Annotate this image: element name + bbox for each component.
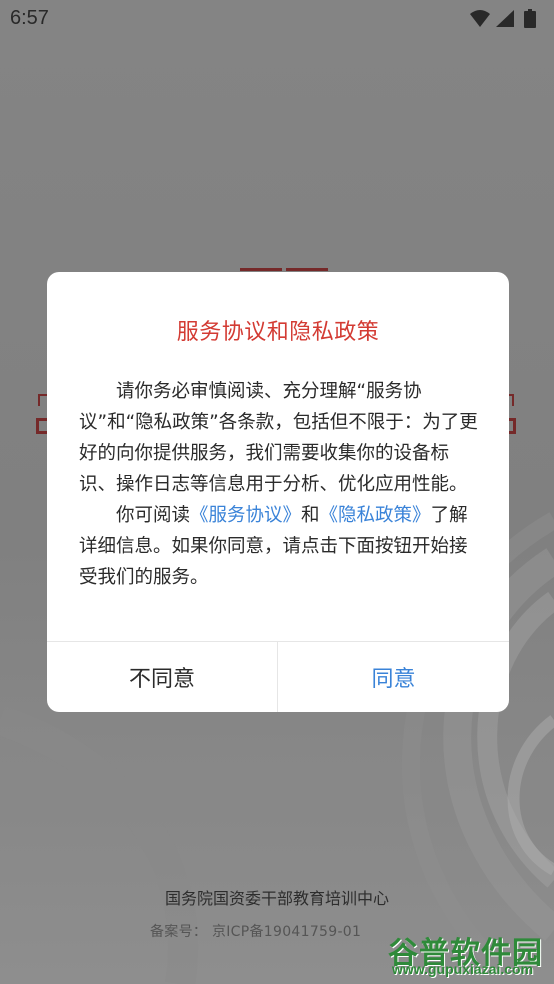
paragraph-2-prefix: 你可阅读 xyxy=(116,505,191,526)
dialog-paragraph-1: 请你务必审慎阅读、充分理解“服务协议”和“隐私政策”各条款，包括但不限于：为了更… xyxy=(79,381,478,495)
watermark-url: www.gupuxiazai.com xyxy=(392,961,534,977)
agree-button[interactable]: 同意 xyxy=(278,642,509,712)
site-watermark: 谷普软件园 www.gupuxiazai.com xyxy=(388,928,554,984)
dialog-paragraph-2: 你可阅读《服务协议》和《隐私政策》了解详细信息。如果你同意，请点击下面按钮开始接… xyxy=(79,500,479,593)
privacy-policy-link[interactable]: 《隐私政策》 xyxy=(320,505,431,526)
disagree-button[interactable]: 不同意 xyxy=(47,642,277,712)
splash-screen: 6:57 服务协议和隐私政策 请你务必审慎阅读、充分理解“服务协议”和“隐私政策… xyxy=(0,0,554,984)
privacy-dialog: 服务协议和隐私政策 请你务必审慎阅读、充分理解“服务协议”和“隐私政策”各条款，… xyxy=(47,272,509,712)
dialog-title: 服务协议和隐私政策 xyxy=(176,320,380,345)
service-agreement-link[interactable]: 《服务协议》 xyxy=(190,505,301,526)
dialog-body: 请你务必审慎阅读、充分理解“服务协议”和“隐私政策”各条款，包括但不限于：为了更… xyxy=(79,376,479,593)
footer-organization: 国务院国资委干部教育培训中心 xyxy=(164,889,389,908)
paragraph-2-middle: 和 xyxy=(301,505,320,526)
footer-icp-record: 备案号： 京ICP备19041759-01 xyxy=(150,924,362,940)
